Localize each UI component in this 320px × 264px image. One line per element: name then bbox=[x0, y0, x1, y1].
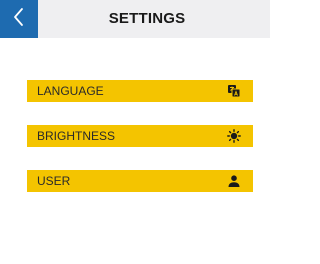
menu-item-label: USER bbox=[37, 174, 71, 188]
chevron-left-icon bbox=[11, 7, 27, 32]
menu-item-label: BRIGHTNESS bbox=[37, 129, 116, 143]
back-button[interactable] bbox=[0, 0, 38, 38]
settings-screen: SETTINGS LANGUAGE BRIGHTNESS USER bbox=[0, 0, 270, 264]
page-title: SETTINGS bbox=[108, 10, 186, 27]
menu-item-brightness[interactable]: BRIGHTNESS bbox=[27, 125, 253, 147]
menu-item-language[interactable]: LANGUAGE bbox=[27, 80, 253, 102]
settings-menu: LANGUAGE BRIGHTNESS USER bbox=[27, 80, 253, 215]
user-icon bbox=[227, 174, 241, 188]
translate-icon bbox=[227, 84, 241, 98]
header-bar: SETTINGS bbox=[0, 0, 270, 38]
menu-item-user[interactable]: USER bbox=[27, 170, 253, 192]
sun-icon bbox=[227, 129, 241, 143]
menu-item-label: LANGUAGE bbox=[37, 84, 104, 98]
